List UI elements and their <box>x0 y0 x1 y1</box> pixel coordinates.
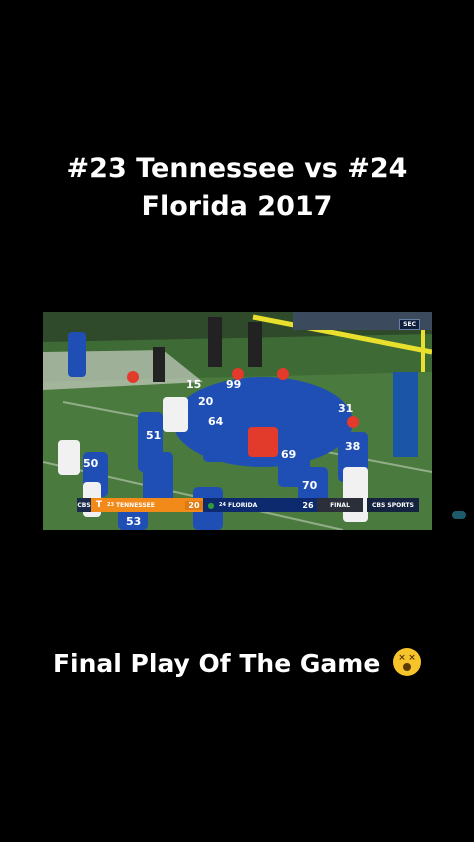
away-score: 20 <box>185 500 203 510</box>
sec-network-badge: SEC <box>399 319 420 330</box>
game-status: FINAL <box>317 498 363 512</box>
jersey-number: 64 <box>208 415 224 428</box>
away-rank: 23 <box>107 502 114 508</box>
jersey-number: 31 <box>338 402 353 415</box>
scorebar: CBS T 23 TENNESSEE 20 ● 24 FLORIDA 26 FI… <box>77 498 419 512</box>
cbs-eye-icon: CBS <box>77 498 91 512</box>
tennessee-logo-icon: T <box>95 500 103 510</box>
home-score: 26 <box>302 500 314 510</box>
jersey-number: 50 <box>83 457 99 470</box>
title-line-2: Florida 2017 <box>141 191 333 222</box>
caption-text: Final Play Of The Game <box>52 649 381 678</box>
broadcaster-logo: CBS SPORTS <box>367 498 419 512</box>
away-team-name: TENNESSEE <box>115 501 155 509</box>
jersey-number: 51 <box>146 429 161 442</box>
video-title: #23 Tennessee vs #24 Florida 2017 <box>0 150 474 226</box>
video-player[interactable]: 51 50 53 64 69 70 38 99 20 31 15 SEC CBS… <box>43 312 432 530</box>
jersey-number: 38 <box>345 440 360 453</box>
home-team-panel: ● 24 FLORIDA 26 <box>203 498 317 512</box>
jersey-number: 69 <box>281 448 296 461</box>
jersey-number: 70 <box>302 479 318 492</box>
jersey-number: 53 <box>126 515 141 528</box>
jersey-number: 15 <box>186 378 201 391</box>
app-watermark-icon <box>452 511 466 519</box>
gator-logo-icon: ● <box>207 500 215 510</box>
home-rank: 24 <box>219 502 226 508</box>
away-team-panel: T 23 TENNESSEE 20 <box>91 498 203 512</box>
title-line-1: #23 Tennessee vs #24 <box>66 153 408 184</box>
dizzy-face-emoji-icon: × × <box>393 648 422 676</box>
home-team-name: FLORIDA <box>227 501 258 509</box>
video-caption: Final Play Of The Game × × <box>0 648 474 678</box>
jersey-number: 99 <box>226 378 241 391</box>
jersey-number: 20 <box>198 395 214 408</box>
